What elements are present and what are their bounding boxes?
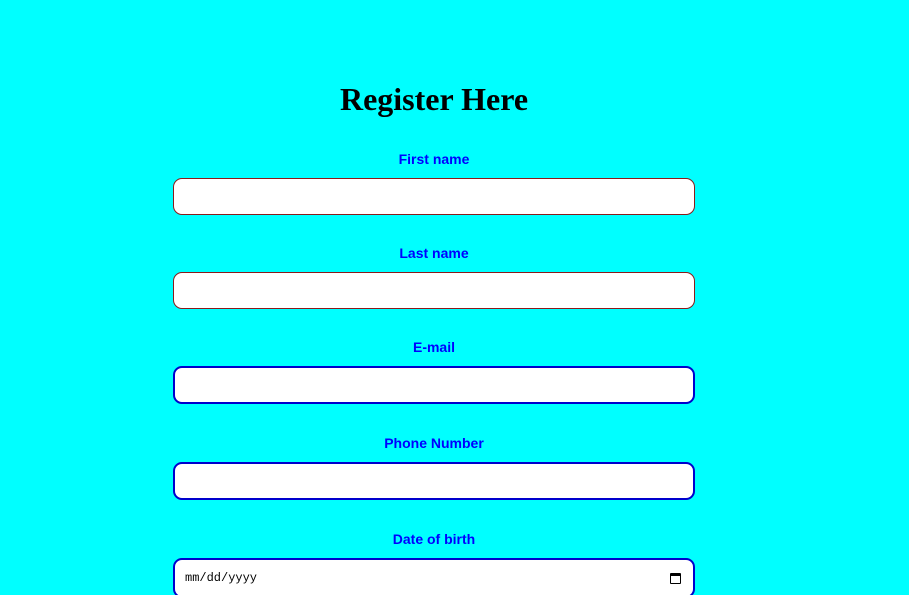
phone-label: Phone Number bbox=[384, 435, 484, 451]
email-input[interactable] bbox=[173, 366, 695, 404]
first-name-group: First name bbox=[173, 150, 695, 215]
calendar-icon[interactable] bbox=[670, 572, 681, 584]
first-name-label: First name bbox=[398, 151, 470, 167]
email-group: E-mail bbox=[173, 338, 695, 404]
dob-label: Date of birth bbox=[392, 531, 476, 547]
page-title: Register Here bbox=[339, 81, 529, 117]
dob-input[interactable]: mm/dd/yyyy bbox=[173, 558, 695, 595]
email-label: E-mail bbox=[412, 339, 455, 355]
last-name-label: Last name bbox=[399, 245, 469, 261]
phone-input[interactable] bbox=[173, 462, 695, 500]
last-name-input[interactable] bbox=[173, 272, 695, 309]
first-name-input[interactable] bbox=[173, 178, 695, 215]
last-name-group: Last name bbox=[173, 244, 695, 309]
registration-page: Register Here First name Last name E-mai… bbox=[0, 0, 909, 595]
dob-group: Date of birth mm/dd/yyyy bbox=[173, 530, 695, 595]
phone-group: Phone Number bbox=[173, 434, 695, 500]
dob-placeholder: mm/dd/yyyy bbox=[185, 571, 258, 585]
